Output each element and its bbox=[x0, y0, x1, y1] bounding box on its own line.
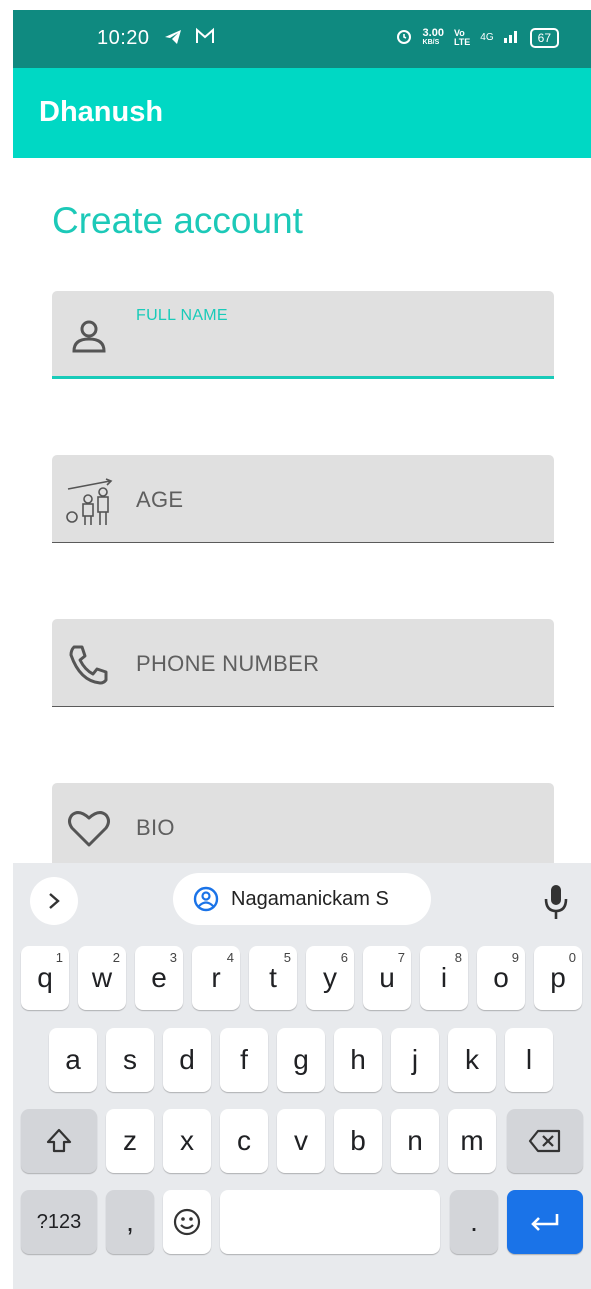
phone-number-field[interactable]: PHONE NUMBER bbox=[52, 619, 554, 707]
status-time: 10:20 bbox=[97, 27, 150, 49]
period-key[interactable]: . bbox=[450, 1190, 498, 1254]
enter-key[interactable] bbox=[507, 1190, 583, 1254]
key-m[interactable]: m bbox=[448, 1109, 496, 1173]
key-v[interactable]: v bbox=[277, 1109, 325, 1173]
data-speed: 3.00 KB/S bbox=[422, 26, 444, 46]
phone-icon bbox=[66, 641, 112, 687]
key-i[interactable]: i8 bbox=[420, 946, 468, 1010]
key-e[interactable]: e3 bbox=[135, 946, 183, 1010]
key-n[interactable]: n bbox=[391, 1109, 439, 1173]
key-z[interactable]: z bbox=[106, 1109, 154, 1173]
bio-field[interactable]: BIO bbox=[52, 783, 554, 871]
key-b[interactable]: b bbox=[334, 1109, 382, 1173]
expand-toolbar-button[interactable] bbox=[30, 877, 78, 925]
field-underline bbox=[52, 542, 554, 543]
key-d[interactable]: d bbox=[163, 1028, 211, 1092]
suggestion-text: Nagamanickam S bbox=[231, 887, 389, 910]
bio-label: BIO bbox=[136, 815, 175, 840]
volte-indicator: Vo LTE bbox=[453, 27, 471, 47]
key-g[interactable]: g bbox=[277, 1028, 325, 1092]
key-s[interactable]: s bbox=[106, 1028, 154, 1092]
field-underline bbox=[52, 376, 554, 379]
battery-icon: 67 bbox=[529, 27, 559, 48]
comma-key[interactable]: , bbox=[106, 1190, 154, 1254]
key-h[interactable]: h bbox=[334, 1028, 382, 1092]
mic-button[interactable] bbox=[541, 883, 571, 923]
status-right-group: 3.00 KB/S Vo LTE 4G 67 bbox=[395, 27, 559, 48]
field-underline bbox=[52, 706, 554, 707]
key-j[interactable]: j bbox=[391, 1028, 439, 1092]
age-field[interactable]: AGE bbox=[52, 455, 554, 543]
backspace-key[interactable] bbox=[507, 1109, 583, 1173]
key-y[interactable]: y6 bbox=[306, 946, 354, 1010]
key-p[interactable]: p0 bbox=[534, 946, 582, 1010]
account-circle-icon bbox=[193, 886, 219, 912]
signal-icon bbox=[503, 29, 520, 46]
symbols-key[interactable]: ?123 bbox=[21, 1190, 97, 1254]
age-icon bbox=[66, 477, 113, 525]
key-x[interactable]: x bbox=[163, 1109, 211, 1173]
key-f[interactable]: f bbox=[220, 1028, 268, 1092]
full-name-field[interactable]: FULL NAME bbox=[52, 291, 554, 379]
screen: 10:20 3.00 KB/S Vo LTE 4G 67 Dhanush Cre… bbox=[13, 10, 591, 1289]
full-name-label: FULL NAME bbox=[136, 307, 228, 324]
key-l[interactable]: l bbox=[505, 1028, 553, 1092]
space-key[interactable] bbox=[220, 1190, 440, 1254]
key-k[interactable]: k bbox=[448, 1028, 496, 1092]
key-u[interactable]: u7 bbox=[363, 946, 411, 1010]
emoji-icon bbox=[173, 1208, 201, 1236]
page-title: Create account bbox=[52, 200, 303, 241]
shift-icon bbox=[46, 1128, 72, 1153]
key-o[interactable]: o9 bbox=[477, 946, 525, 1010]
key-a[interactable]: a bbox=[49, 1028, 97, 1092]
chevron-right-icon bbox=[49, 893, 60, 909]
app-title: Dhanush bbox=[39, 96, 164, 128]
network-type: 4G bbox=[480, 32, 494, 43]
enter-icon bbox=[531, 1214, 559, 1231]
heart-icon bbox=[66, 805, 112, 851]
key-r[interactable]: r4 bbox=[192, 946, 240, 1010]
key-c[interactable]: c bbox=[220, 1109, 268, 1173]
telegram-icon bbox=[163, 27, 183, 52]
app-bar: Dhanush bbox=[13, 68, 591, 158]
key-q[interactable]: q1 bbox=[21, 946, 69, 1010]
alarm-icon bbox=[395, 27, 413, 48]
age-label: AGE bbox=[136, 487, 184, 512]
soft-keyboard: Nagamanickam S q1 w2 e3 r4 t5 y6 u7 i8 o… bbox=[13, 863, 591, 1289]
mic-icon bbox=[544, 885, 568, 919]
shift-key[interactable] bbox=[21, 1109, 97, 1173]
backspace-icon bbox=[528, 1129, 561, 1153]
suggestion-chip[interactable]: Nagamanickam S bbox=[173, 873, 431, 925]
person-icon bbox=[66, 313, 112, 359]
phone-number-label: PHONE NUMBER bbox=[136, 651, 320, 676]
key-w[interactable]: w2 bbox=[78, 946, 126, 1010]
emoji-key[interactable] bbox=[163, 1190, 211, 1254]
gmail-icon bbox=[195, 27, 215, 50]
status-bar: 10:20 3.00 KB/S Vo LTE 4G 67 bbox=[13, 10, 591, 68]
key-t[interactable]: t5 bbox=[249, 946, 297, 1010]
